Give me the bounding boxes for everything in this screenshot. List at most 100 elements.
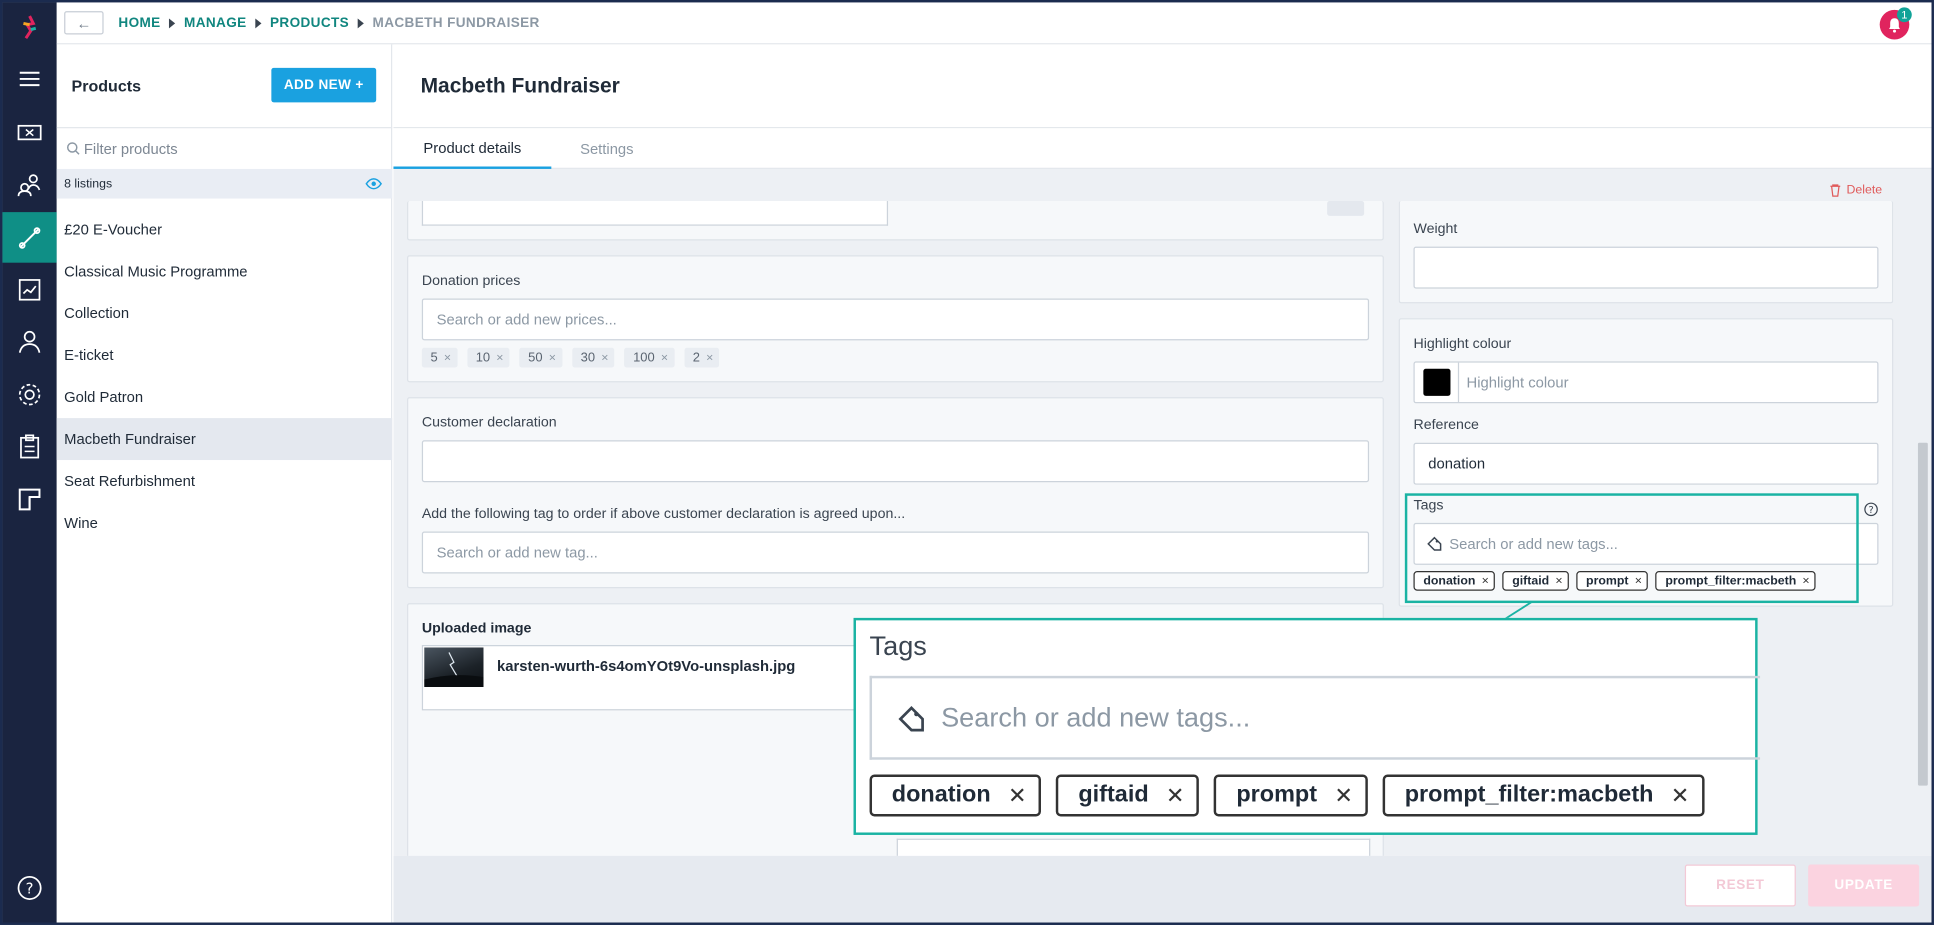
notification-button[interactable]: 1 — [1879, 7, 1912, 40]
close-icon[interactable]: ✕ — [1166, 783, 1185, 809]
close-icon[interactable]: × — [601, 351, 608, 365]
customer-declaration-card: Customer declaration Add the following t… — [407, 397, 1384, 589]
user-icon[interactable] — [2, 317, 56, 366]
chip-label: giftaid — [1078, 781, 1149, 808]
zoom-tag-chip[interactable]: donation ✕ — [869, 774, 1042, 817]
tab-settings[interactable]: Settings — [551, 128, 662, 169]
breadcrumb: HOME MANAGE PRODUCTS MACBETH FUNDRAISER — [118, 16, 539, 31]
nav-rail: ? — [2, 2, 57, 923]
products-nav-icon[interactable] — [2, 212, 57, 263]
partial-input[interactable] — [421, 201, 889, 226]
price-chip[interactable]: 50 × — [519, 347, 563, 368]
zoom-tag-chip[interactable]: prompt_filter:macbeth ✕ — [1382, 774, 1705, 817]
zoom-tag-chip[interactable]: prompt ✕ — [1214, 774, 1368, 817]
clipboard-icon[interactable] — [2, 422, 56, 471]
app-window: ? ← HOME MANAGE PRODUCTS MACBETH FUNDRAI… — [0, 0, 1934, 925]
breadcrumb-products[interactable]: PRODUCTS — [270, 16, 349, 31]
menu-icon[interactable] — [2, 54, 56, 103]
breadcrumb-home[interactable]: HOME — [118, 16, 160, 31]
delete-label: Delete — [1846, 183, 1883, 198]
tag-icon — [898, 705, 924, 732]
reset-button[interactable]: RESET — [1684, 864, 1796, 907]
zoom-tags-label: Tags — [869, 630, 927, 662]
donation-prices-card: Donation prices Search or add new prices… — [407, 255, 1384, 383]
price-chip[interactable]: 30 × — [571, 347, 615, 368]
price-chip[interactable]: 5 × — [421, 347, 458, 368]
price-chips: 5 × 10 × 50 × 30 × 100 × 2 × — [421, 347, 720, 368]
list-item[interactable]: £20 E-Voucher — [57, 208, 392, 250]
reference-input[interactable]: donation — [1413, 442, 1879, 485]
listings-count: 8 listings — [64, 176, 113, 191]
price-chip[interactable]: 100 × — [624, 347, 675, 368]
colour-swatch-button[interactable] — [1415, 362, 1460, 403]
declaration-tag-input[interactable]: Search or add new tag... — [421, 531, 1370, 574]
eye-icon[interactable] — [365, 178, 383, 190]
weight-label: Weight — [1413, 221, 1458, 237]
notification-badge: 1 — [1896, 7, 1912, 23]
partial-input[interactable] — [896, 838, 1371, 856]
search-icon — [66, 142, 80, 155]
scrollbar[interactable] — [1917, 218, 1929, 856]
list-item[interactable]: Gold Patron — [57, 376, 392, 418]
breadcrumb-current: MACBETH FUNDRAISER — [372, 16, 540, 31]
chip-label: 50 — [528, 350, 543, 366]
donation-prices-input[interactable]: Search or add new prices... — [421, 298, 1370, 341]
gear-icon[interactable] — [2, 370, 56, 419]
back-button[interactable]: ← — [64, 11, 104, 35]
update-button[interactable]: UPDATE — [1808, 864, 1920, 907]
price-chip[interactable]: 10 × — [467, 347, 510, 368]
close-icon[interactable]: ✕ — [1008, 783, 1027, 809]
list-item[interactable]: E-ticket — [57, 334, 392, 376]
svg-text:?: ? — [26, 881, 34, 898]
scrollbar-thumb[interactable] — [1917, 442, 1928, 786]
product-list-panel: Products ADD NEW + 8 listings £20 E-Vouc… — [56, 44, 393, 923]
price-chip[interactable]: 2 × — [684, 347, 720, 368]
reports-icon[interactable] — [2, 265, 56, 314]
close-icon[interactable]: × — [706, 351, 713, 365]
caret-right-icon — [169, 18, 176, 29]
caret-right-icon — [255, 18, 262, 29]
audience-icon[interactable] — [2, 160, 56, 209]
chip-label: 30 — [580, 350, 596, 366]
close-icon[interactable]: ✕ — [1671, 783, 1690, 809]
list-item[interactable]: Wine — [57, 502, 392, 544]
close-icon[interactable]: ✕ — [1334, 783, 1353, 809]
help-icon[interactable]: ? — [1864, 502, 1879, 517]
breadcrumb-manage[interactable]: MANAGE — [184, 16, 247, 31]
weight-input[interactable] — [1413, 246, 1879, 289]
list-item[interactable]: Classical Music Programme — [57, 250, 392, 292]
image-thumbnail — [424, 647, 484, 687]
donation-prices-label: Donation prices — [421, 273, 521, 289]
zoom-tag-chip[interactable]: giftaid ✕ — [1056, 774, 1200, 817]
customer-declaration-input[interactable] — [421, 440, 1370, 483]
delete-button[interactable]: Delete — [1829, 183, 1883, 198]
close-icon[interactable]: × — [661, 351, 668, 365]
close-icon[interactable]: × — [549, 351, 556, 365]
close-icon[interactable]: × — [444, 351, 451, 365]
colour-swatch — [1422, 368, 1450, 396]
page-title: Macbeth Fundraiser — [420, 73, 620, 98]
tab-bar: Product details Settings — [393, 128, 1932, 169]
filter-products-input[interactable] — [83, 139, 356, 158]
highlight-colour-input[interactable]: Highlight colour — [1413, 361, 1879, 404]
chip-label: 10 — [475, 350, 491, 366]
partial-button[interactable] — [1327, 201, 1365, 216]
filter-bar — [56, 127, 393, 169]
top-bar: ← HOME MANAGE PRODUCTS MACBETH FUNDRAISE… — [56, 2, 1932, 45]
arrow-left-icon: ← — [76, 14, 92, 32]
zoom-tags-input[interactable]: Search or add new tags... — [869, 675, 1761, 760]
list-item-selected[interactable]: Macbeth Fundraiser — [56, 418, 393, 461]
add-new-button[interactable]: ADD NEW + — [271, 67, 377, 103]
tab-product-details[interactable]: Product details — [393, 128, 552, 169]
close-icon[interactable]: × — [496, 351, 503, 365]
chip-label: 2 — [692, 350, 700, 366]
list-item[interactable]: Collection — [57, 292, 392, 334]
listings-bar: 8 listings — [56, 168, 393, 199]
logo-icon[interactable] — [2, 2, 56, 51]
ticket-icon[interactable] — [2, 107, 56, 156]
help-icon[interactable]: ? — [2, 863, 56, 912]
layout-icon[interactable] — [2, 475, 56, 524]
list-item[interactable]: Seat Refurbishment — [57, 460, 392, 502]
trash-icon — [1830, 184, 1841, 197]
weight-card: Weight — [1398, 201, 1894, 304]
